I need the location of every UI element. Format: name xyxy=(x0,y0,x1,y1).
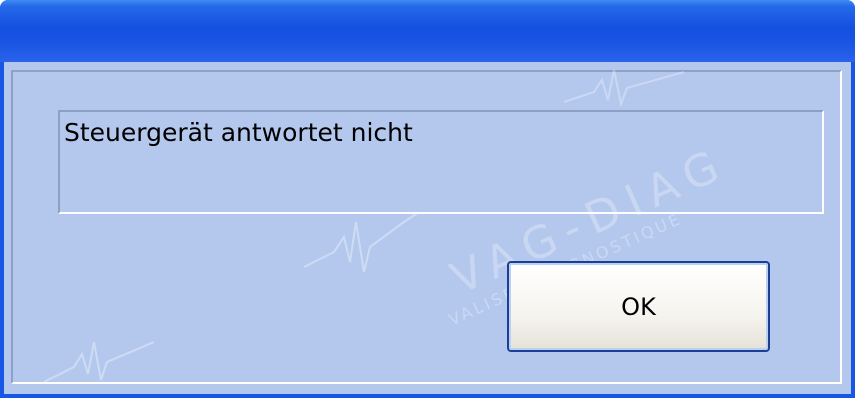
ok-button-label: OK xyxy=(621,293,656,321)
dialog-window: Steuergerät antwortet nicht VAG-DIAG VAL… xyxy=(0,0,855,398)
dialog-client-area: Steuergerät antwortet nicht VAG-DIAG VAL… xyxy=(4,62,851,394)
message-panel: Steuergerät antwortet nicht xyxy=(58,110,824,214)
title-bar[interactable] xyxy=(0,0,855,62)
message-text: Steuergerät antwortet nicht xyxy=(64,118,413,147)
ok-button[interactable]: OK xyxy=(507,261,770,352)
